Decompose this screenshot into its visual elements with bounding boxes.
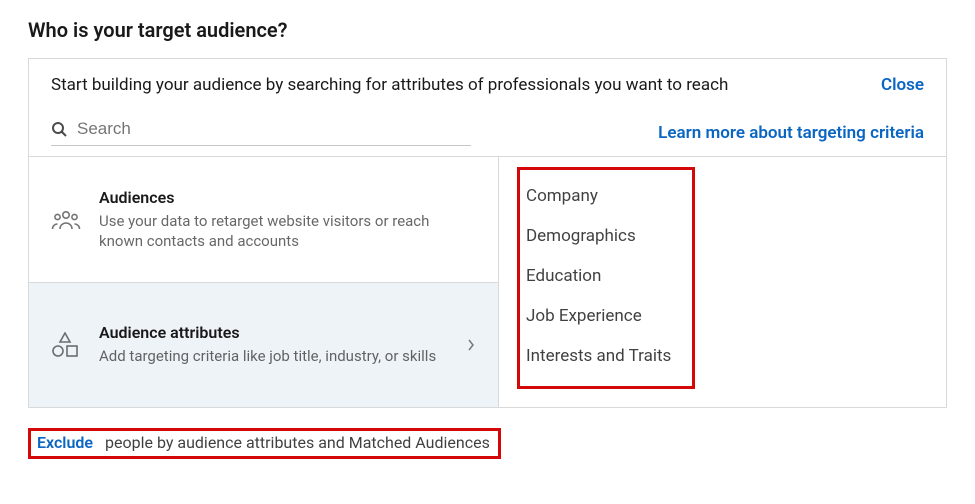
search-icon	[51, 121, 67, 137]
panel-header: Start building your audience by searchin…	[29, 59, 946, 111]
exclude-description: people by audience attributes and Matche…	[105, 433, 490, 452]
attr-education[interactable]: Education	[526, 256, 682, 296]
panel-intro-text: Start building your audience by searchin…	[51, 75, 728, 95]
attr-demographics[interactable]: Demographics	[526, 216, 682, 256]
attr-interests-traits[interactable]: Interests and Traits	[526, 336, 682, 376]
option-attributes-title: Audience attributes	[99, 323, 448, 342]
attributes-highlight-box: Company Demographics Education Job Exper…	[517, 167, 695, 389]
option-audiences-title: Audiences	[99, 188, 476, 207]
option-attributes[interactable]: Audience attributes Add targeting criter…	[29, 282, 499, 407]
people-icon	[51, 209, 81, 231]
option-attributes-content: Audience attributes Add targeting criter…	[99, 323, 448, 366]
page-title: Who is your target audience?	[28, 18, 947, 42]
exclude-highlight-box: Exclude people by audience attributes an…	[28, 428, 501, 459]
option-audiences-content: Audiences Use your data to retarget webs…	[99, 188, 476, 252]
search-field-wrap	[51, 119, 471, 146]
option-audiences-desc: Use your data to retarget website visito…	[99, 211, 476, 252]
chevron-right-icon	[466, 338, 476, 352]
panel-body: Audiences Use your data to retarget webs…	[29, 156, 946, 407]
attr-company[interactable]: Company	[526, 176, 682, 216]
options-column: Audiences Use your data to retarget webs…	[29, 157, 499, 407]
learn-more-link[interactable]: Learn more about targeting criteria	[658, 123, 924, 143]
attr-job-experience[interactable]: Job Experience	[526, 296, 682, 336]
close-button[interactable]: Close	[881, 75, 924, 95]
search-row: Learn more about targeting criteria	[29, 111, 946, 156]
targeting-panel: Start building your audience by searchin…	[28, 58, 947, 408]
search-input[interactable]	[77, 119, 471, 139]
attributes-column: Company Demographics Education Job Exper…	[499, 157, 946, 407]
option-audiences[interactable]: Audiences Use your data to retarget webs…	[29, 157, 499, 282]
shapes-icon	[51, 332, 81, 358]
option-attributes-desc: Add targeting criteria like job title, i…	[99, 346, 448, 366]
exclude-link[interactable]: Exclude	[37, 433, 93, 452]
